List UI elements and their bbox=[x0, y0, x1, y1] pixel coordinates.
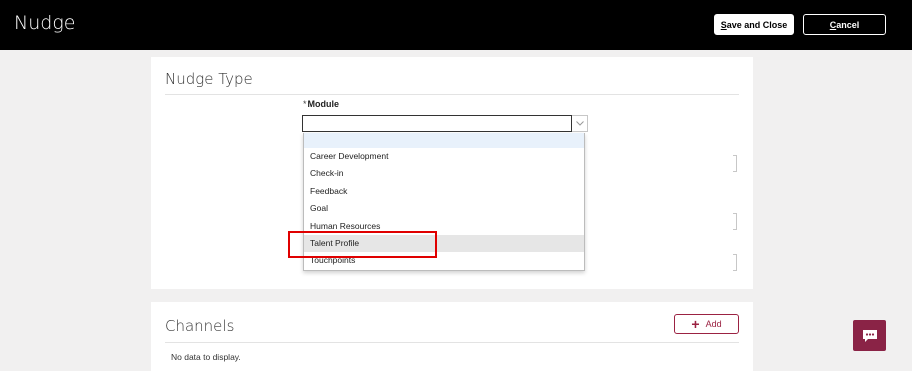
section-divider bbox=[165, 342, 739, 343]
module-label-text: Module bbox=[307, 99, 340, 109]
app-header: Nudge Save and Close Cancel bbox=[0, 0, 912, 50]
empty-state-text: No data to display. bbox=[171, 352, 241, 362]
chat-bubble-icon bbox=[862, 329, 877, 342]
dropdown-option-feedback[interactable]: Feedback bbox=[304, 183, 584, 200]
nudge-type-title: Nudge Type bbox=[165, 70, 253, 88]
dropdown-option-career-development[interactable]: Career Development bbox=[304, 148, 584, 165]
section-divider bbox=[165, 94, 739, 95]
channels-title: Channels bbox=[165, 317, 235, 335]
module-select-toggle[interactable] bbox=[572, 115, 588, 132]
module-select[interactable] bbox=[302, 115, 572, 132]
plus-icon: + bbox=[691, 316, 700, 332]
add-channel-button[interactable]: + Add bbox=[674, 314, 739, 334]
hidden-field-edge bbox=[733, 213, 737, 230]
dropdown-option-goal[interactable]: Goal bbox=[304, 200, 584, 217]
add-channel-label: Add bbox=[705, 319, 722, 329]
page-title: Nudge bbox=[14, 12, 76, 34]
hidden-field-edge bbox=[733, 254, 737, 271]
module-label: *Module bbox=[303, 99, 339, 109]
channels-card: Channels + Add No data to display. bbox=[151, 302, 753, 371]
required-marker: * bbox=[303, 99, 307, 109]
chevron-down-icon bbox=[575, 121, 584, 126]
hidden-field-edge bbox=[733, 155, 737, 172]
save-and-close-button[interactable]: Save and Close bbox=[714, 14, 794, 35]
dropdown-option-check-in[interactable]: Check-in bbox=[304, 165, 584, 182]
cancel-button[interactable]: Cancel bbox=[803, 14, 886, 35]
dropdown-empty-option[interactable] bbox=[304, 133, 584, 148]
highlight-annotation bbox=[288, 231, 437, 258]
chat-button[interactable] bbox=[853, 320, 886, 351]
